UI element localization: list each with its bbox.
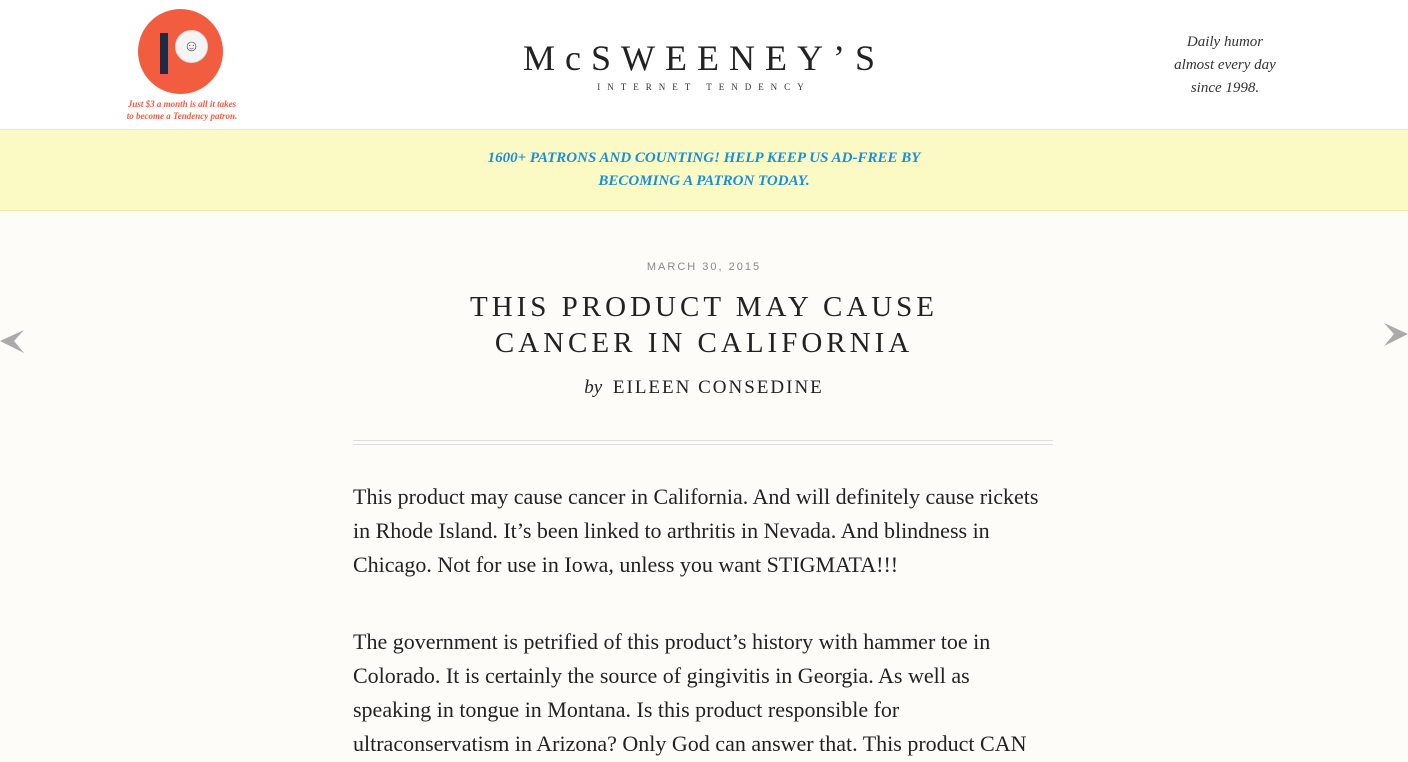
paragraph-line: Chicago. Not for use in Iowa, unless you…: [353, 552, 899, 577]
site-subtitle: INTERNET TENDENCY: [597, 82, 811, 92]
banner-line: 1600+ PATRONS AND COUNTING! HELP KEEP US…: [487, 150, 921, 166]
patreon-link[interactable]: ☺ Just $3 a month is all it takes to bec…: [112, 6, 252, 126]
site-logo-title[interactable]: McSWEENEY’S: [404, 36, 1004, 80]
divider: [353, 444, 1053, 445]
divider: [353, 440, 1053, 441]
tagline-line: almost every day: [1174, 57, 1276, 73]
arrow-right-icon: [1384, 323, 1408, 346]
byline-prefix: by: [584, 377, 603, 398]
previous-article-button[interactable]: [0, 322, 26, 356]
arrow-left-icon: [0, 330, 24, 353]
paragraph-line: ultraconservatism in Arizona? Only God c…: [353, 731, 1027, 756]
paragraph-line: in Rhode Island. It’s been linked to art…: [353, 518, 990, 543]
patreon-tagline-line: to become a Tendency patron.: [126, 111, 238, 121]
tagline-line: Daily humor: [1186, 34, 1264, 50]
site-tagline: Daily humor almost every day since 1998.: [1140, 31, 1310, 100]
article-paragraph: This product may cause cancer in Califor…: [353, 480, 1063, 582]
site-header: ☺ Just $3 a month is all it takes to bec…: [0, 0, 1408, 130]
patreon-tagline: Just $3 a month is all it takes to becom…: [112, 98, 252, 122]
patreon-bar-icon: [160, 33, 168, 74]
article-byline: by EILEEN CONSEDINE: [404, 375, 1004, 401]
banner-line: BECOMING A PATRON TODAY.: [598, 173, 810, 189]
article-title: THIS PRODUCT MAY CAUSE CANCER IN CALIFOR…: [404, 289, 1004, 361]
author-link[interactable]: EILEEN CONSEDINE: [613, 377, 824, 398]
paragraph-line: The government is petrified of this prod…: [353, 629, 991, 654]
title-line: THIS PRODUCT MAY CAUSE: [469, 291, 939, 323]
tagline-line: since 1998.: [1190, 80, 1260, 96]
patron-banner-link[interactable]: 1600+ PATRONS AND COUNTING! HELP KEEP US…: [454, 147, 954, 193]
paragraph-line: This product may cause cancer in Califor…: [353, 484, 1039, 509]
patreon-tagline-line: Just $3 a month is all it takes: [127, 99, 237, 109]
article-paragraph: The government is petrified of this prod…: [353, 625, 1063, 761]
portrait-icon: ☺: [175, 30, 208, 63]
article-date: MARCH 30, 2015: [646, 261, 762, 273]
title-line: CANCER IN CALIFORNIA: [494, 327, 914, 359]
next-article-button[interactable]: [1382, 322, 1408, 356]
paragraph-line: Colorado. It is certainly the source of …: [353, 663, 970, 688]
patreon-logo-icon: ☺: [138, 9, 223, 94]
paragraph-line: speaking in tongue in Montana. Is this p…: [353, 697, 900, 722]
